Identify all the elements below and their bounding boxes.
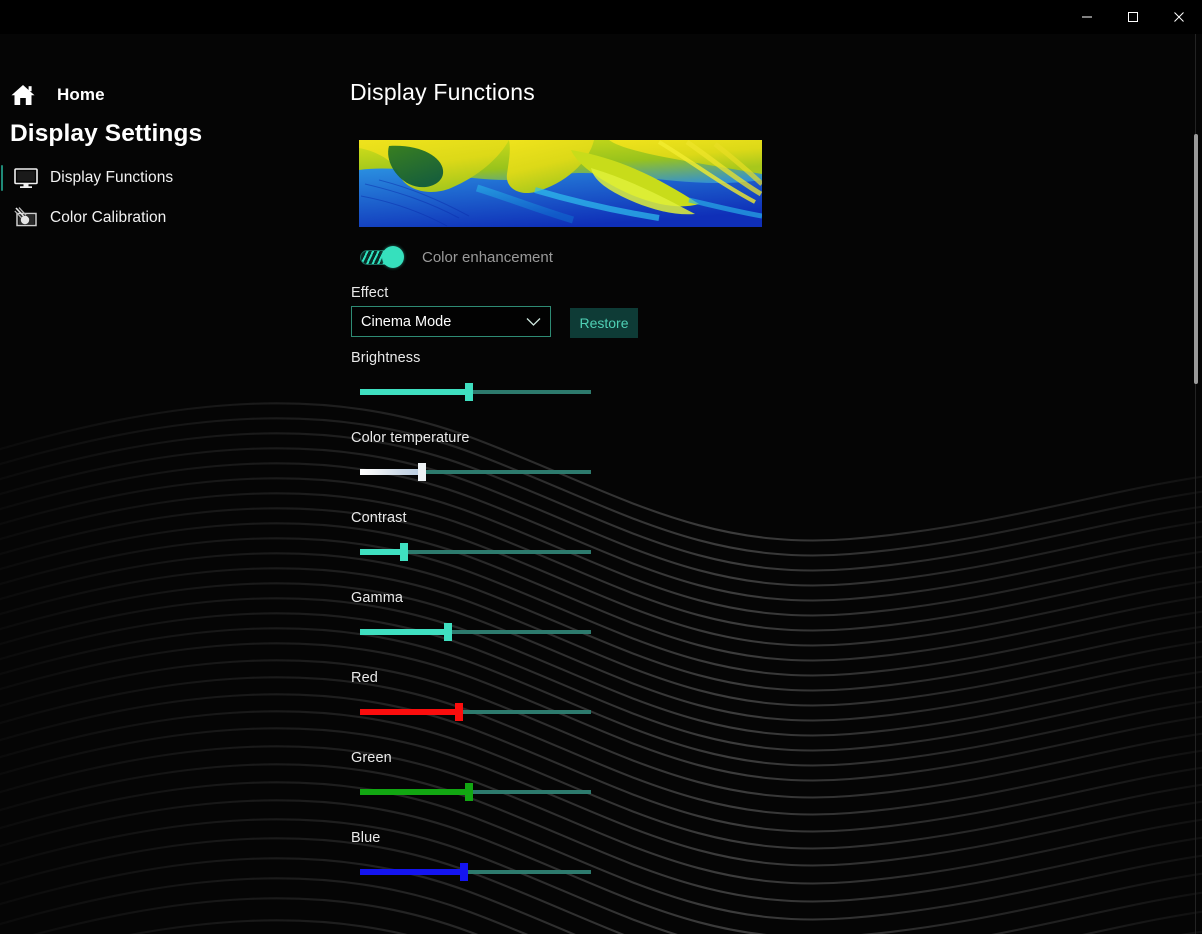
slider-fill [360,789,469,795]
slider-label: Gamma [351,590,404,606]
preview-image [359,140,762,227]
slider-fill [360,629,448,635]
sidebar: Home Display Settings Display Functions [0,34,340,934]
selection-indicator [1,165,3,191]
home-button[interactable]: Home [0,75,320,115]
slider-thumb[interactable] [443,623,452,641]
minimize-icon [1082,16,1092,18]
close-button[interactable] [1156,0,1202,34]
slider-label: Blue [351,830,381,846]
effect-label: Effect [351,285,389,301]
slider-fill [360,469,423,475]
minimize-button[interactable] [1064,0,1110,34]
slider-red[interactable] [360,702,591,722]
slider-fill [360,869,464,875]
sidebar-section-title: Display Settings [10,120,203,147]
slider-label: Color temperature [351,430,470,446]
color-enhancement-row: Color enhancement [360,246,553,268]
maximize-icon [1128,12,1138,22]
monitor-icon [13,166,39,190]
effect-selected-value: Cinema Mode [361,313,452,330]
color-enhancement-toggle[interactable] [360,246,404,268]
sidebar-item-label: Display Functions [50,169,174,186]
vertical-scrollbar[interactable] [1193,34,1200,934]
slider-thumb[interactable] [455,703,464,721]
slider-label: Green [351,750,392,766]
color-picker-monitor-icon [13,206,39,230]
toggle-knob [382,246,404,268]
chevron-down-icon [525,314,541,330]
slider-brightness[interactable] [360,382,591,402]
maximize-button[interactable] [1110,0,1156,34]
slider-thumb[interactable] [459,863,468,881]
slider-green[interactable] [360,782,591,802]
sidebar-item-color-calibration[interactable]: Color Calibration [0,198,330,238]
home-label: Home [57,85,105,104]
slider-fill [360,389,469,395]
restore-button[interactable]: Restore [570,308,638,338]
slider-fill [360,549,404,555]
slider-label: Contrast [351,510,407,526]
slider-label: Red [351,670,378,686]
sidebar-nav-list: Display Functions Color Calibration [0,158,330,238]
slider-blue[interactable] [360,862,591,882]
slider-contrast[interactable] [360,542,591,562]
slider-color-temperature[interactable] [360,462,591,482]
effect-dropdown[interactable]: Cinema Mode [351,306,551,337]
slider-fill [360,709,460,715]
scrollbar-thumb[interactable] [1194,134,1198,384]
main-content: Display Functions Color enhancement Effe… [340,34,1190,934]
slider-gamma[interactable] [360,622,591,642]
app-window: Home Display Settings Display Functions [0,0,1202,934]
slider-thumb[interactable] [399,543,408,561]
page-title: Display Functions [350,79,535,105]
slider-thumb[interactable] [418,463,427,481]
title-bar [0,0,1202,34]
close-icon [1174,12,1184,22]
color-enhancement-label: Color enhancement [422,248,553,266]
slider-thumb[interactable] [464,783,473,801]
sidebar-item-label: Color Calibration [50,209,167,226]
sidebar-item-display-functions[interactable]: Display Functions [0,158,330,198]
slider-label: Brightness [351,350,421,366]
slider-thumb[interactable] [464,383,473,401]
home-icon [8,81,38,109]
